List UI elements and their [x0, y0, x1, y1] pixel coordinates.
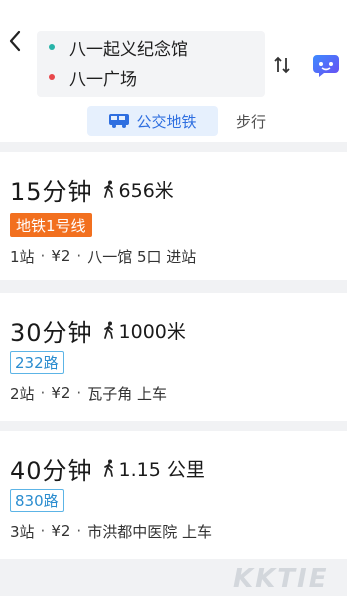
chat-bubble-icon [313, 55, 339, 77]
chevron-left-icon [9, 30, 21, 52]
origin-label: 八一起义纪念馆 [69, 39, 188, 60]
route-input-box: 八一起义纪念馆 八一广场 [37, 31, 265, 97]
route-details: 1站 · ¥2 · 八一馆 5口 进站 [10, 246, 196, 266]
route-details: 2站 · ¥2 · 瓦子角 上车 [10, 383, 167, 403]
walking-person-icon [103, 459, 115, 477]
line-badge: 地铁1号线 [10, 213, 92, 237]
separator: · [40, 522, 46, 540]
fare: ¥2 [51, 384, 71, 402]
separator: · [40, 384, 46, 402]
destination-label: 八一广场 [69, 69, 137, 90]
boarding-point: 瓦子角 上车 [87, 384, 167, 403]
stop-count: 3站 [10, 522, 35, 541]
watermark-logo: KKTIE [233, 564, 329, 594]
line-badge: 232路 [10, 351, 64, 374]
separator: · [76, 522, 82, 540]
route-card[interactable]: 15分钟 656米 地铁1号线 1站 · ¥2 · 八一馆 5口 进站 [0, 152, 347, 280]
fare: ¥2 [51, 247, 71, 265]
walking-person-icon [103, 180, 115, 198]
swap-vertical-icon [274, 56, 290, 74]
origin-dot [49, 44, 55, 50]
line-badge: 830路 [10, 489, 64, 512]
destination-field[interactable]: 八一广场 [49, 67, 137, 90]
tab-walk-label: 步行 [236, 112, 267, 131]
tab-walk[interactable]: 步行 [236, 106, 266, 136]
route-summary: 30分钟 1000米 [10, 313, 186, 347]
tab-transit[interactable]: 公交地铁 [87, 106, 218, 136]
walk-distance: 1.15 公里 [118, 458, 205, 481]
boarding-point: 市洪都中医院 上车 [87, 522, 212, 541]
separator: · [76, 384, 82, 402]
route-details: 3站 · ¥2 · 市洪都中医院 上车 [10, 521, 212, 541]
route-summary: 40分钟 1.15 公里 [10, 451, 205, 485]
route-header: 八一起义纪念馆 八一广场 公交地铁 步行 [0, 0, 347, 142]
origin-field[interactable]: 八一起义纪念馆 [49, 37, 188, 60]
route-duration: 15分钟 [10, 177, 93, 206]
separator: · [40, 247, 46, 265]
separator: · [76, 247, 82, 265]
walk-distance: 1000米 [118, 320, 186, 343]
assistant-button[interactable] [312, 51, 340, 79]
route-duration: 40分钟 [10, 456, 93, 485]
back-button[interactable] [2, 26, 28, 56]
route-card[interactable]: 30分钟 1000米 232路 2站 · ¥2 · 瓦子角 上车 [0, 293, 347, 421]
tab-transit-label: 公交地铁 [136, 112, 197, 131]
walking-person-icon [103, 321, 115, 339]
mode-tabs: 公交地铁 步行 [0, 102, 347, 138]
route-summary: 15分钟 656米 [10, 172, 174, 206]
route-duration: 30分钟 [10, 318, 93, 347]
destination-dot [49, 74, 55, 80]
fare: ¥2 [51, 522, 71, 540]
boarding-point: 八一馆 5口 进站 [87, 247, 197, 266]
swap-button[interactable] [268, 53, 296, 77]
route-card[interactable]: 40分钟 1.15 公里 830路 3站 · ¥2 · 市洪都中医院 上车 [0, 431, 347, 559]
stop-count: 1站 [10, 247, 35, 266]
walk-distance: 656米 [118, 179, 174, 202]
bus-icon [108, 113, 130, 129]
stop-count: 2站 [10, 384, 35, 403]
